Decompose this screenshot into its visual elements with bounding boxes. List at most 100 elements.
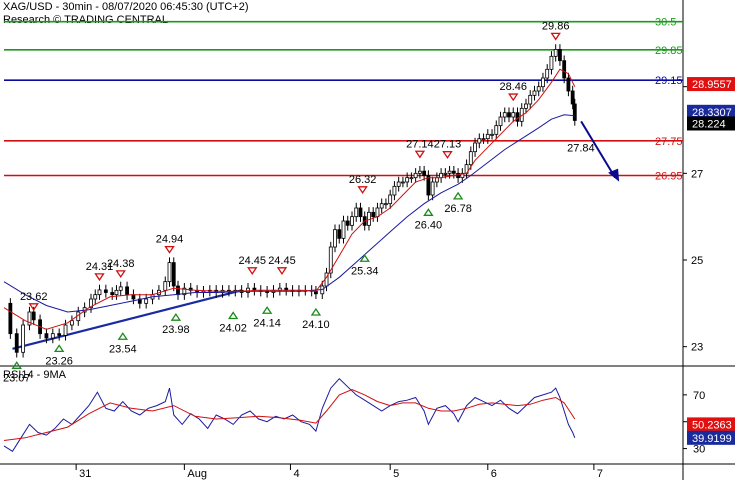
moving-average-fast <box>3 68 576 330</box>
resistance-label-3: 24.94 <box>156 234 184 246</box>
candle-body <box>118 286 123 291</box>
candle-body <box>481 138 486 141</box>
candle-body <box>63 324 68 336</box>
rsi-tag-label-1: 39.9199 <box>692 433 732 445</box>
support-label-3: 23.98 <box>162 324 190 336</box>
candle-body <box>443 172 448 175</box>
candle-body <box>176 285 180 296</box>
support-marker-4 <box>227 311 239 320</box>
support-label-7: 25.34 <box>351 265 379 277</box>
candle-body <box>507 112 511 118</box>
resistance-label-7: 27.14 <box>406 138 434 150</box>
resistance-marker-5 <box>276 267 288 276</box>
candle-body <box>50 333 55 339</box>
candle-body <box>350 216 354 226</box>
resistance-label-9: 28.46 <box>499 81 527 93</box>
candle-body <box>341 220 346 239</box>
resistance-marker-7 <box>414 150 426 159</box>
support-marker-9 <box>452 191 464 200</box>
candle-body <box>396 181 401 187</box>
candle-body <box>528 94 533 105</box>
support-label-2: 23.54 <box>109 343 137 355</box>
candle-body <box>171 262 176 287</box>
candle-body <box>562 60 567 79</box>
resistance-label-4: 24.45 <box>238 255 266 267</box>
candle-body <box>570 90 575 105</box>
candle-body <box>345 220 350 226</box>
resistance-label-0: 23.62 <box>20 291 48 303</box>
time-tick-label-0: 31 <box>79 468 91 480</box>
support-marker-5 <box>261 306 273 314</box>
candle-body <box>572 103 577 121</box>
candle-body <box>409 177 414 180</box>
level-label-2: 29.15 <box>655 75 683 87</box>
candle-body <box>553 49 558 57</box>
price-tick-label-0: 23 <box>691 342 703 354</box>
candle-body <box>502 112 507 118</box>
candle-body <box>405 177 410 183</box>
candle-body <box>447 170 452 174</box>
time-tick-label-4: 6 <box>491 468 497 480</box>
candle-body <box>422 170 427 176</box>
time-tick-label-2: 4 <box>293 468 299 480</box>
resistance-marker-1 <box>94 273 105 282</box>
candle-body <box>468 151 473 166</box>
candle-body <box>430 181 435 196</box>
rsi-line <box>3 377 576 452</box>
candle-body <box>70 320 74 326</box>
rsi-tick-label-2: 30 <box>693 444 705 456</box>
time-tick-label-3: 5 <box>393 468 399 480</box>
forecast-label: 27.84 <box>567 143 595 155</box>
candle-body <box>498 116 503 127</box>
candle-body <box>511 112 516 118</box>
candle-body <box>93 294 98 300</box>
candle-body <box>558 49 562 62</box>
candle-body <box>566 77 571 92</box>
candle-body <box>434 177 439 183</box>
candle-body <box>477 138 482 144</box>
price-tick-label-1: 25 <box>691 255 703 267</box>
price-chart[interactable]: 30.529.8529.1527.7526.952325272923.0723.… <box>0 0 735 480</box>
support-marker-3 <box>170 313 182 321</box>
candle-body <box>97 289 102 296</box>
support-label-5: 24.14 <box>253 317 281 329</box>
candle-body <box>371 211 376 218</box>
candle-body <box>358 207 363 218</box>
candle-body <box>14 333 19 353</box>
candle-body <box>515 112 520 122</box>
candle-body <box>545 68 550 79</box>
support-label-9: 26.78 <box>444 203 472 215</box>
resistance-label-8: 27.13 <box>434 139 462 151</box>
level-label-0: 30.5 <box>655 17 676 29</box>
candle-body <box>532 90 537 96</box>
support-marker-6 <box>310 307 322 316</box>
support-label-0: 23.07 <box>3 372 31 384</box>
candle-body <box>392 185 397 196</box>
candle-body <box>384 203 388 206</box>
candle-body <box>354 207 359 218</box>
candle-body <box>485 133 490 140</box>
candle-body <box>131 294 136 300</box>
level-label-4: 26.95 <box>655 171 683 183</box>
candle-body <box>114 289 119 296</box>
candle-body <box>473 142 477 153</box>
candle-body <box>110 292 115 296</box>
time-tick-label-5: 7 <box>597 468 603 480</box>
resistance-marker-8 <box>442 151 453 159</box>
candle-body <box>144 298 149 304</box>
resistance-marker-10 <box>550 32 561 41</box>
candle-body <box>401 181 405 184</box>
candle-body <box>333 229 337 248</box>
resistance-label-2: 24.38 <box>107 258 135 270</box>
candle-body <box>536 86 541 92</box>
support-label-1: 23.26 <box>45 355 73 367</box>
candle-body <box>337 229 342 239</box>
candle-body <box>103 289 108 293</box>
price-tag-label-0: 28.9557 <box>692 79 732 91</box>
level-label-1: 29.85 <box>655 45 683 57</box>
candle-body <box>456 172 460 179</box>
rsi-tag-label-0: 50.2363 <box>692 419 732 431</box>
support-marker-7 <box>359 254 370 262</box>
candle-body <box>379 203 384 209</box>
price-tick-label-2: 27 <box>691 168 703 180</box>
